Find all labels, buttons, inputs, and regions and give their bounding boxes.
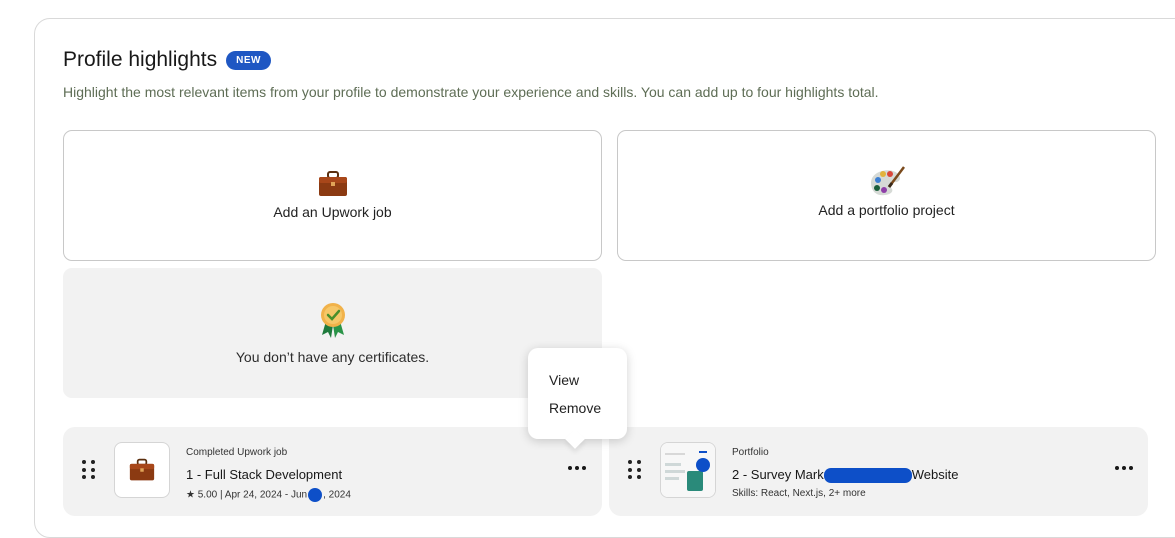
- add-portfolio-project-label: Add a portfolio project: [818, 202, 955, 218]
- menu-item-remove[interactable]: Remove: [549, 400, 601, 416]
- no-certificates-label: You don’t have any certificates.: [235, 349, 430, 365]
- redacted-block: [308, 488, 323, 502]
- highlight-type: Portfolio: [732, 447, 769, 458]
- highlight-title: 1 - Full Stack Development: [186, 467, 343, 482]
- highlight-title-suffix: Website: [911, 467, 959, 482]
- add-upwork-job-card[interactable]: Add an Upwork job: [63, 130, 602, 261]
- portfolio-preview-image: [661, 443, 715, 497]
- new-badge: NEW: [226, 50, 271, 70]
- highlight-item-2: Portfolio 2 - Survey Mark Website Skills:…: [609, 427, 1148, 516]
- redacted-block: [823, 468, 912, 484]
- highlight-title-prefix: 2 - Survey Mark: [732, 467, 824, 482]
- highlight-title: 2 - Survey Mark Website: [732, 467, 959, 484]
- highlight-meta: Skills: React, Next.js, 2+ more: [732, 488, 866, 499]
- options-popover-menu: View Remove: [528, 348, 627, 439]
- drag-handle-icon[interactable]: [628, 460, 642, 480]
- certificates-empty-card: You don’t have any certificates.: [63, 268, 602, 398]
- highlight-item-1: Completed Upwork job 1 - Full Stack Deve…: [63, 427, 602, 516]
- add-portfolio-project-card[interactable]: Add a portfolio project: [617, 130, 1156, 261]
- menu-item-view[interactable]: View: [549, 372, 579, 388]
- briefcase-icon: [318, 171, 347, 196]
- add-upwork-job-label: Add an Upwork job: [273, 204, 392, 220]
- highlight-meta-suffix: , 2024: [323, 489, 351, 501]
- portfolio-thumbnail: [660, 442, 716, 498]
- highlight-thumbnail: [114, 442, 170, 498]
- drag-handle-icon[interactable]: [82, 460, 96, 480]
- palette-icon: [870, 166, 905, 196]
- highlight-meta-prefix: ★ 5.00 | Apr 24, 2024 - Jun: [186, 489, 308, 501]
- highlight-type: Completed Upwork job: [186, 447, 288, 458]
- highlight-meta: ★ 5.00 | Apr 24, 2024 - Jun , 2024: [186, 488, 351, 502]
- more-options-button[interactable]: [566, 464, 588, 472]
- more-options-button[interactable]: [1113, 464, 1135, 472]
- section-header: Profile highlights NEW: [63, 48, 271, 72]
- section-title: Profile highlights: [63, 48, 218, 71]
- section-subtitle: Highlight the most relevant items from y…: [63, 84, 879, 100]
- briefcase-icon: [129, 458, 155, 481]
- award-ribbon-icon: [320, 303, 345, 338]
